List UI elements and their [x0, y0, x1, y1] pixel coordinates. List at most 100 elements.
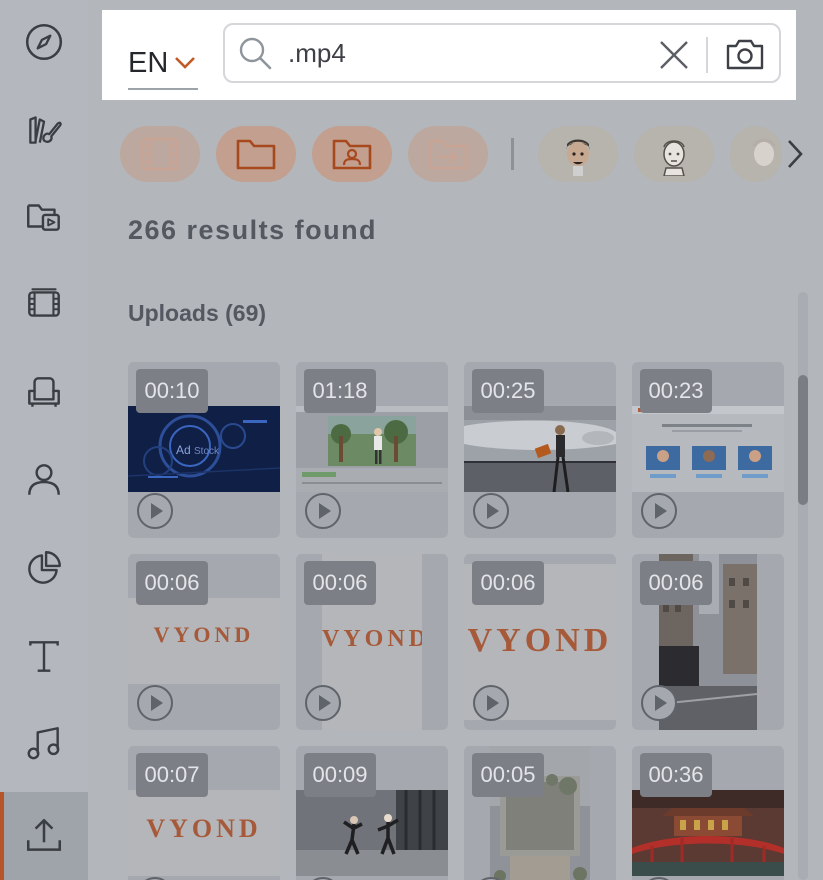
- filter-chip-move-to-folder[interactable]: [408, 126, 488, 182]
- upload-tile[interactable]: 00:07 VYOND: [128, 746, 280, 880]
- upload-tile[interactable]: 00:06 VYOND: [128, 554, 280, 730]
- duration-badge: 00:06: [304, 561, 376, 605]
- duration-badge: 00:06: [472, 561, 544, 605]
- upload-icon: [26, 818, 62, 851]
- film-icon: [28, 288, 60, 317]
- duration-badge: 00:07: [136, 753, 208, 797]
- vyond-logo: VYOND: [146, 814, 262, 843]
- film-icon: [141, 137, 179, 171]
- duration-badge: 00:06: [136, 561, 208, 605]
- sidebar: [0, 0, 88, 880]
- play-icon[interactable]: [472, 876, 510, 880]
- video-thumbnail: VYOND: [128, 598, 280, 684]
- upload-tile[interactable]: 00:05: [464, 746, 616, 880]
- sidebar-item-scenes[interactable]: [0, 176, 88, 256]
- filter-chip-user-folder[interactable]: [312, 126, 392, 182]
- text-icon: [29, 641, 59, 672]
- video-thumbnail: [632, 790, 784, 876]
- upload-tile[interactable]: 00:25: [464, 362, 616, 538]
- sidebar-item-audio[interactable]: [0, 704, 88, 784]
- armchair-icon: [28, 377, 60, 407]
- play-icon[interactable]: [136, 684, 174, 722]
- duration-badge: 00:09: [304, 753, 376, 797]
- video-thumbnail: Ad Stock: [128, 406, 280, 492]
- character-avatar-icon: [663, 140, 685, 176]
- svg-text:Stock: Stock: [194, 446, 220, 457]
- upload-tile[interactable]: 00:23: [632, 362, 784, 538]
- language-selector[interactable]: EN: [128, 38, 198, 90]
- character-avatar-icon: [752, 138, 776, 166]
- results-count: 266 results found: [128, 215, 378, 245]
- camera-icon[interactable]: [725, 36, 765, 72]
- close-icon[interactable]: [657, 38, 691, 72]
- duration-badge: 00:36: [640, 753, 712, 797]
- vyond-logo: VYOND: [153, 622, 255, 647]
- pie-chart-icon: [28, 551, 61, 584]
- folder-icon: [236, 139, 276, 170]
- person-icon: [28, 464, 60, 495]
- search-input[interactable]: [288, 37, 638, 69]
- sidebar-item-props[interactable]: [0, 352, 88, 432]
- filter-chip-character-2[interactable]: [634, 126, 714, 182]
- vyond-logo: VYOND: [322, 626, 422, 652]
- language-label: EN: [128, 46, 169, 79]
- play-icon[interactable]: [136, 492, 174, 530]
- video-thumbnail: [296, 790, 448, 876]
- filter-chip-folder[interactable]: [216, 126, 296, 182]
- search-box: [223, 23, 781, 83]
- search-panel: EN: [102, 10, 796, 100]
- uploads-section-title: Uploads (69): [128, 300, 267, 326]
- video-thumbnail: [296, 406, 448, 492]
- duration-badge: 00:06: [640, 561, 712, 605]
- play-icon[interactable]: [472, 684, 510, 722]
- upload-tile[interactable]: 00:06 VYOND: [296, 554, 448, 730]
- sidebar-item-charts[interactable]: [0, 528, 88, 608]
- search-divider: [706, 37, 708, 73]
- folder-arrow-icon: [428, 139, 468, 170]
- vyond-logo: VYOND: [467, 622, 613, 659]
- upload-tile[interactable]: 00:10 Ad Stock: [128, 362, 280, 538]
- main-panel: EN .mp4 266 results found Uploads (69) 0…: [88, 0, 823, 880]
- folder-video-icon: [27, 204, 60, 231]
- video-thumbnail: [632, 406, 784, 492]
- scrollbar-thumb[interactable]: [798, 375, 808, 505]
- sidebar-item-templates[interactable]: [0, 90, 88, 170]
- play-icon[interactable]: [640, 876, 678, 880]
- character-avatar-icon: [566, 139, 590, 176]
- video-thumbnail: VYOND: [128, 790, 280, 876]
- play-icon[interactable]: [304, 492, 342, 530]
- filter-chip-character-3[interactable]: [730, 126, 782, 182]
- filter-divider: [511, 138, 514, 170]
- play-icon[interactable]: [304, 684, 342, 722]
- upload-tile[interactable]: 00:36: [632, 746, 784, 880]
- sidebar-item-explore[interactable]: [0, 2, 88, 82]
- sidebar-item-text[interactable]: [0, 616, 88, 696]
- filter-chip-row: [120, 126, 800, 182]
- upload-tile[interactable]: 00:06 VYOND: [464, 554, 616, 730]
- upload-tile[interactable]: 00:09: [296, 746, 448, 880]
- duration-badge: 00:23: [640, 369, 712, 413]
- user-folder-icon: [332, 139, 372, 170]
- compass-icon: [25, 23, 63, 61]
- sidebar-item-video[interactable]: [0, 264, 88, 344]
- music-note-icon: [27, 727, 60, 760]
- sidebar-item-characters[interactable]: [0, 440, 88, 520]
- play-icon[interactable]: [640, 684, 678, 722]
- duration-badge: 00:05: [472, 753, 544, 797]
- play-icon[interactable]: [472, 492, 510, 530]
- brush-palette-icon: [29, 116, 62, 144]
- search-icon[interactable]: [238, 36, 272, 70]
- upload-tile[interactable]: 01:18: [296, 362, 448, 538]
- chevron-down-icon: [175, 57, 196, 69]
- duration-badge: 00:10: [136, 369, 208, 413]
- filter-chip-video[interactable]: [120, 126, 200, 182]
- svg-text:Ad: Ad: [176, 443, 191, 457]
- play-icon[interactable]: [640, 492, 678, 530]
- duration-badge: 01:18: [304, 369, 376, 413]
- upload-tile[interactable]: 00:06: [632, 554, 784, 730]
- sidebar-item-upload[interactable]: [0, 792, 88, 880]
- play-icon[interactable]: [136, 876, 174, 880]
- chevron-right-icon[interactable]: [782, 136, 808, 172]
- filter-chip-character-1[interactable]: [538, 126, 618, 182]
- play-icon[interactable]: [304, 876, 342, 880]
